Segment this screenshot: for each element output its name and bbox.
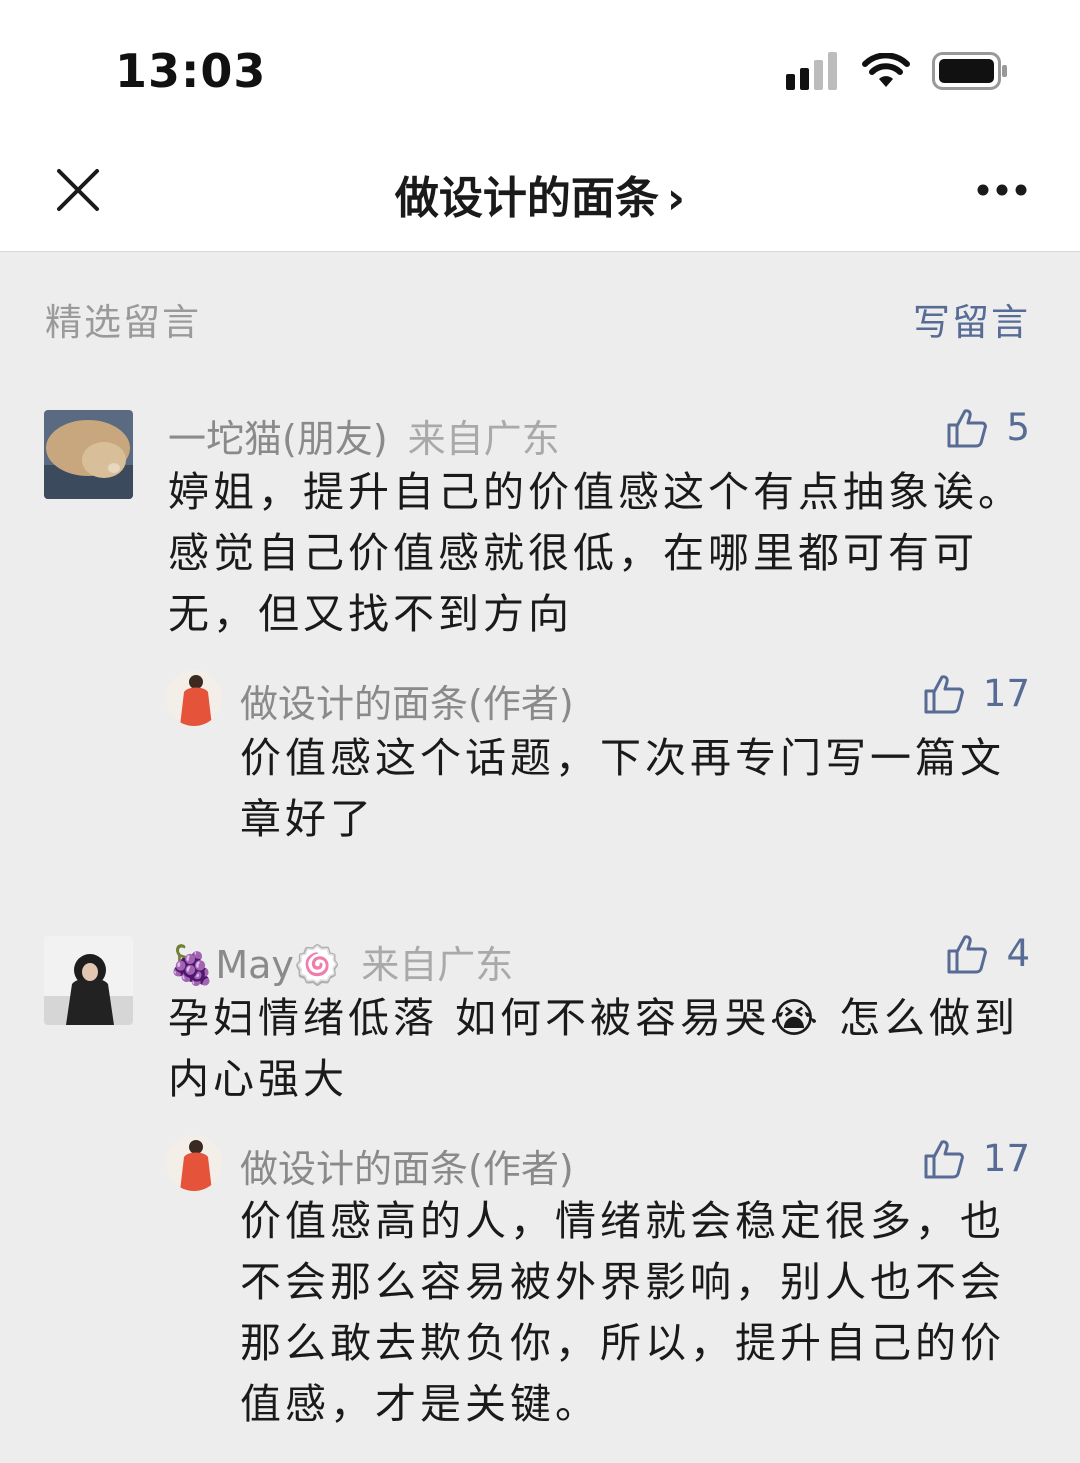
author-reply-text: 价值感这个话题，下次再专门写一篇文章好了	[240, 734, 1005, 843]
author-avatar[interactable]	[166, 670, 222, 726]
thumbs-up-icon	[924, 674, 964, 713]
commenter-name: 🍇May🍥 来自广东	[168, 943, 514, 987]
author-name: 做设计的面条(作者)	[240, 682, 574, 726]
chevron-right-icon: ›	[666, 173, 686, 224]
write-comment-button[interactable]: 写留言	[913, 292, 1030, 346]
status-icons	[786, 50, 1008, 92]
avatar[interactable]	[44, 410, 133, 499]
status-bar: 13:03	[0, 0, 1080, 130]
nav-bar: 做设计的面条 ›	[0, 130, 1080, 252]
like-button[interactable]: 4	[946, 932, 1030, 975]
like-count: 5	[1006, 406, 1030, 449]
commenter-name: 一坨猫(朋友) 来自广东	[168, 417, 560, 461]
comment-text: 婷姐，提升自己的价值感这个有点抽象诶。感觉自己价值感就很低，在哪里都可有可无，但…	[168, 468, 1023, 638]
featured-comments-label: 精选留言	[45, 301, 201, 344]
comments-header: 精选留言 写留言	[45, 292, 1030, 344]
like-button[interactable]: 17	[923, 1137, 1030, 1180]
commenter-location: 来自广东	[361, 943, 514, 987]
author-name: 做设计的面条(作者)	[240, 1147, 574, 1191]
like-count: 4	[1006, 932, 1030, 975]
like-count: 17	[982, 672, 1030, 715]
wifi-icon	[862, 53, 910, 87]
fish-cake-icon: 🍥	[293, 943, 342, 987]
like-button[interactable]: 5	[946, 406, 1030, 449]
cellular-signal-icon	[786, 52, 837, 90]
comment-text: 孕妇情绪低落 如何不被容易哭😭 怎么做到内心强大	[168, 994, 1019, 1103]
like-button[interactable]: 17	[923, 672, 1030, 715]
thumbs-up-icon	[924, 1139, 964, 1178]
status-time: 13:03	[115, 44, 267, 98]
account-name: 做设计的面条	[394, 173, 659, 224]
thumbs-up-icon	[947, 408, 988, 447]
account-title[interactable]: 做设计的面条 ›	[0, 162, 1080, 226]
author-reply-text: 价值感高的人，情绪就会稳定很多，也不会那么容易被外界影响，别人也不会那么敢去欺负…	[240, 1197, 1005, 1428]
grapes-icon: 🍇	[168, 943, 216, 987]
avatar[interactable]	[44, 936, 133, 1025]
more-icon[interactable]	[976, 182, 1028, 198]
thumbs-up-icon	[947, 934, 988, 973]
like-count: 17	[982, 1137, 1030, 1180]
author-avatar[interactable]	[166, 1135, 222, 1191]
battery-icon	[932, 52, 1007, 90]
commenter-location: 来自广东	[407, 417, 560, 461]
